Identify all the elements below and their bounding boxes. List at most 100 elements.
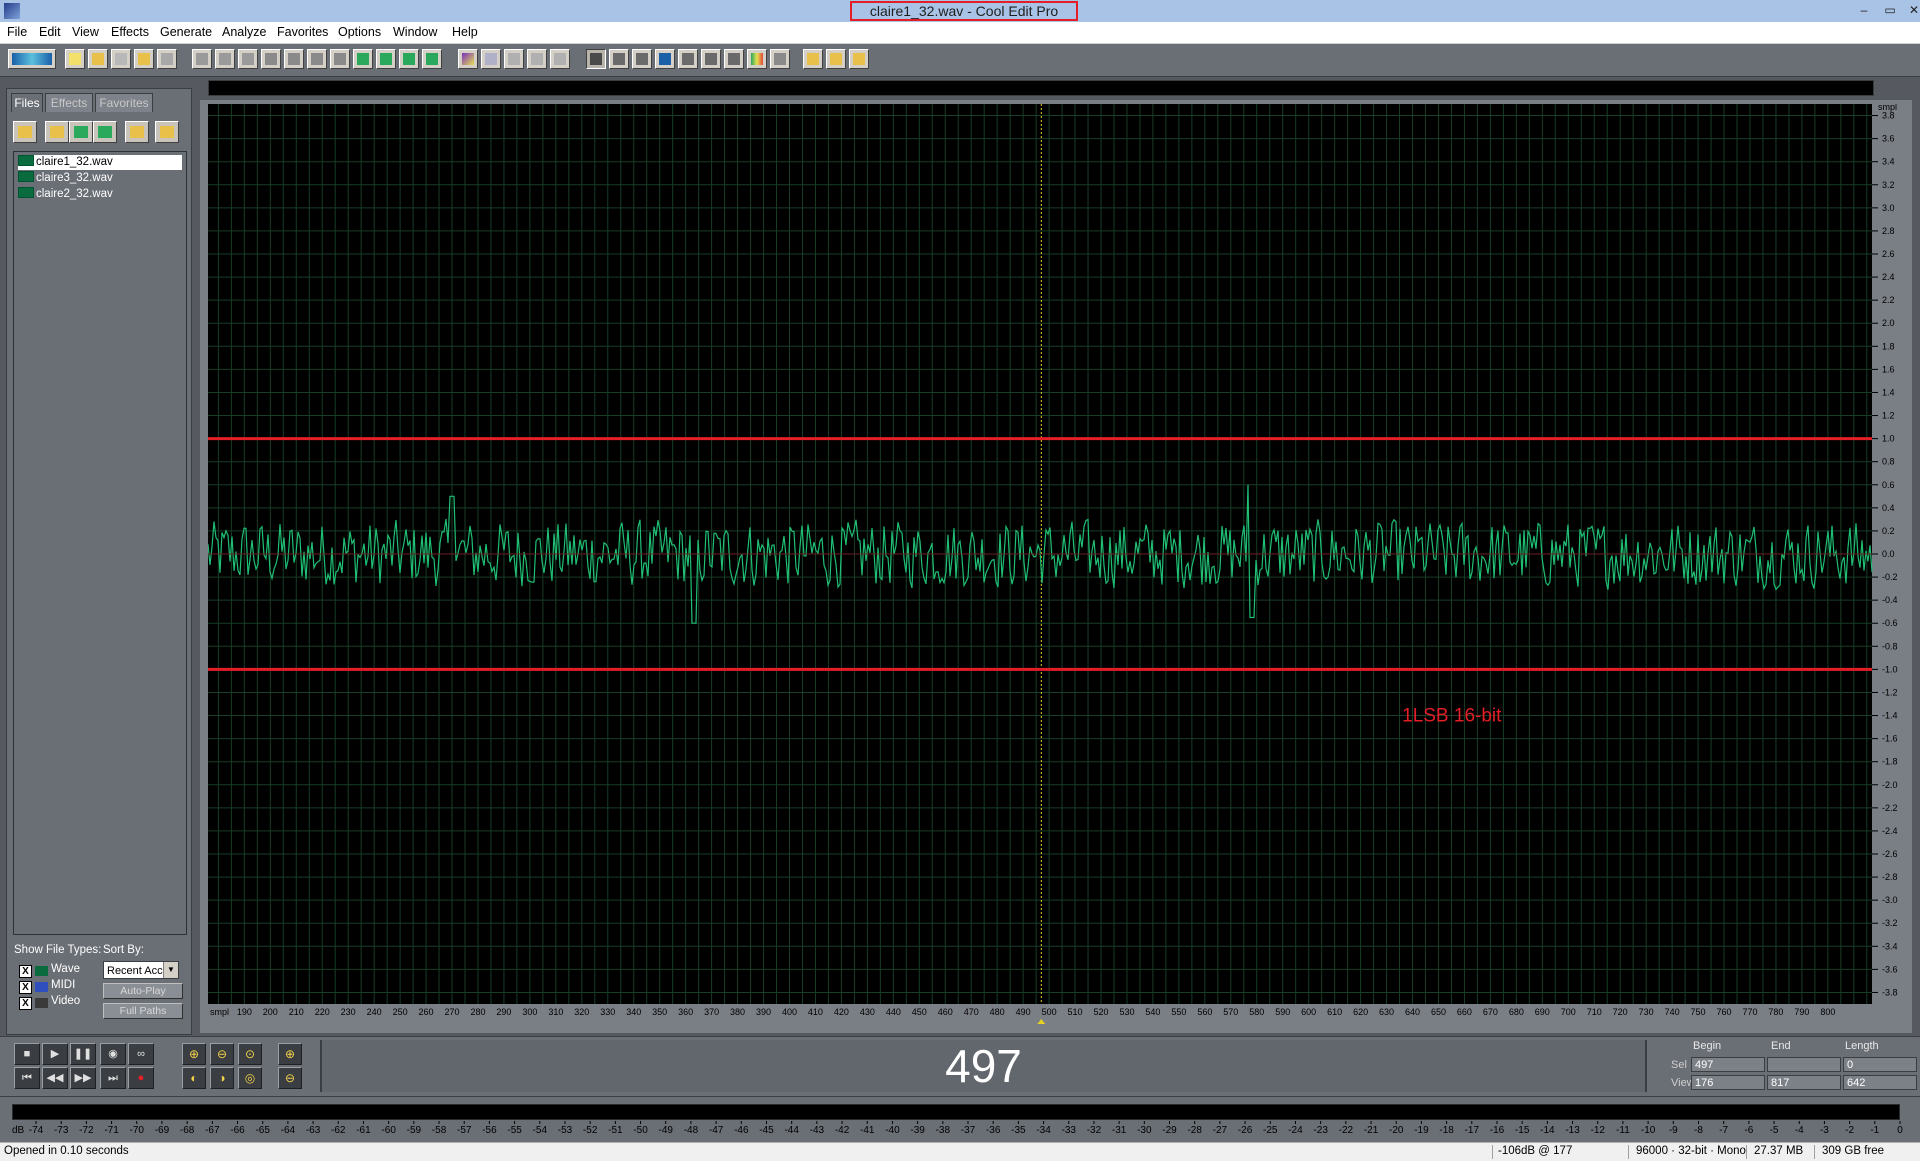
import-icon bbox=[50, 126, 64, 138]
edit-file-button[interactable] bbox=[125, 121, 149, 143]
menu-generate[interactable]: Generate bbox=[160, 25, 212, 39]
close-button[interactable]: ✕ bbox=[1904, 2, 1920, 18]
view-begin-field[interactable]: 176 bbox=[1691, 1075, 1765, 1090]
sort-by-select[interactable]: Recent Acc ▼ bbox=[103, 961, 179, 979]
stretch-button[interactable] bbox=[481, 49, 501, 69]
meter-tick-label: -73 bbox=[54, 1125, 69, 1136]
sel-end-field[interactable] bbox=[1767, 1057, 1841, 1072]
zoom-in-vertical-button[interactable]: ⊕ bbox=[278, 1043, 302, 1065]
settings-button[interactable] bbox=[803, 49, 823, 69]
meter-tick-label: -53 bbox=[558, 1125, 573, 1136]
copy-new-button[interactable] bbox=[261, 49, 281, 69]
tab-files[interactable]: Files bbox=[11, 93, 43, 112]
zoom-view-button[interactable] bbox=[678, 49, 698, 69]
sel-length-field[interactable]: 0 bbox=[1843, 1057, 1917, 1072]
sel-begin-field[interactable]: 497 bbox=[1691, 1057, 1765, 1072]
menu-effects[interactable]: Effects bbox=[111, 25, 149, 39]
zoom-in-icon: ⊕ bbox=[188, 1047, 200, 1061]
cut-button[interactable] bbox=[307, 49, 327, 69]
open-file-panel-button[interactable] bbox=[13, 121, 37, 143]
minimize-button[interactable]: – bbox=[1854, 2, 1874, 18]
list-item[interactable]: claire2_32.wav bbox=[18, 187, 182, 202]
waveform-display-button[interactable] bbox=[586, 49, 606, 69]
restore-button[interactable]: ▭ bbox=[1880, 2, 1900, 18]
list-item[interactable]: claire3_32.wav bbox=[18, 171, 182, 186]
menu-window[interactable]: Window bbox=[393, 25, 437, 39]
meter-tick-label: -14 bbox=[1540, 1125, 1555, 1136]
rewind-button[interactable]: ◀◀ bbox=[42, 1067, 68, 1089]
cursor-marker-bottom[interactable] bbox=[1037, 1019, 1046, 1024]
waveform-overview[interactable] bbox=[208, 80, 1874, 96]
menu-file[interactable]: File bbox=[7, 25, 27, 39]
zoom-right-button[interactable]: ◑ bbox=[210, 1067, 234, 1089]
zoom-left-button[interactable]: ◐ bbox=[182, 1067, 206, 1089]
menu-options[interactable]: Options bbox=[338, 25, 381, 39]
fast-forward-button[interactable]: ▶▶ bbox=[70, 1067, 96, 1089]
import-file-button[interactable] bbox=[45, 121, 69, 143]
play-to-end-button[interactable]: ◉ bbox=[100, 1043, 126, 1065]
filter-button[interactable] bbox=[527, 49, 547, 69]
scripts-button[interactable] bbox=[826, 49, 846, 69]
midi-type-checkbox[interactable]: X bbox=[19, 981, 32, 994]
open-file-button[interactable] bbox=[88, 49, 108, 69]
video-type-checkbox[interactable]: X bbox=[19, 997, 32, 1010]
auto-play-button[interactable]: Auto-Play bbox=[103, 983, 183, 999]
mix-paste-button[interactable] bbox=[376, 49, 396, 69]
paste-button[interactable] bbox=[330, 49, 350, 69]
redo-button[interactable] bbox=[215, 49, 235, 69]
close-file-button[interactable] bbox=[157, 49, 177, 69]
undo-button[interactable] bbox=[192, 49, 212, 69]
close-file-panel-button[interactable] bbox=[69, 121, 93, 143]
spectral-display-button[interactable] bbox=[609, 49, 629, 69]
save-button[interactable] bbox=[111, 49, 131, 69]
play-region-button[interactable] bbox=[655, 49, 675, 69]
tab-favorites[interactable]: Favorites bbox=[95, 93, 153, 112]
help-button[interactable] bbox=[849, 49, 869, 69]
menu-analyze[interactable]: Analyze bbox=[222, 25, 266, 39]
eq-button[interactable] bbox=[504, 49, 524, 69]
pan-display-button[interactable] bbox=[632, 49, 652, 69]
full-paths-button[interactable]: Full Paths bbox=[103, 1003, 183, 1019]
go-to-end-button[interactable]: ⏭ bbox=[100, 1067, 126, 1089]
save-all-button[interactable] bbox=[134, 49, 154, 69]
record-button[interactable]: ● bbox=[128, 1067, 154, 1089]
play-button[interactable]: ▶ bbox=[42, 1043, 68, 1065]
cue-list-button[interactable] bbox=[724, 49, 744, 69]
tab-effects[interactable]: Effects bbox=[45, 93, 93, 112]
stop-button[interactable]: ■ bbox=[14, 1043, 40, 1065]
play-icon: ▶ bbox=[50, 1048, 60, 1060]
menu-view[interactable]: View bbox=[72, 25, 99, 39]
copy-button[interactable] bbox=[284, 49, 304, 69]
loop-button[interactable]: ∞ bbox=[128, 1043, 154, 1065]
wave-type-checkbox[interactable]: X bbox=[19, 965, 32, 978]
new-file-button[interactable] bbox=[65, 49, 85, 69]
delete-silence-button[interactable] bbox=[422, 49, 442, 69]
trim-button[interactable] bbox=[399, 49, 419, 69]
zoom-out-horizontal-button[interactable]: ⊖ bbox=[210, 1043, 234, 1065]
menu-favorites[interactable]: Favorites bbox=[277, 25, 328, 39]
view-length-field[interactable]: 642 bbox=[1843, 1075, 1917, 1090]
zoom-out-vertical-button[interactable]: ⊖ bbox=[278, 1067, 302, 1089]
insert-file-button[interactable] bbox=[93, 121, 117, 143]
zoom-selection-button[interactable]: ◎ bbox=[238, 1067, 262, 1089]
repeat-last-button[interactable] bbox=[238, 49, 258, 69]
waveform-display[interactable]: 3.8 3.6 3.4 3.2 3.0 2.8 2.6 2.4 2.2 2.0 1.8 1.6 1.4 1… bbox=[208, 104, 1912, 1029]
meter-tick-label: -68 bbox=[180, 1125, 195, 1136]
list-item[interactable]: claire1_32.wav bbox=[18, 155, 182, 170]
x-tick-label: 260 bbox=[419, 1007, 434, 1017]
pause-button[interactable]: ❚❚ bbox=[70, 1043, 96, 1065]
paste-new-button[interactable] bbox=[353, 49, 373, 69]
menu-edit[interactable]: Edit bbox=[39, 25, 61, 39]
noise-button[interactable] bbox=[550, 49, 570, 69]
frequency-analysis-button[interactable] bbox=[747, 49, 767, 69]
menu-help[interactable]: Help bbox=[452, 25, 478, 39]
envelope-button[interactable] bbox=[458, 49, 478, 69]
view-end-field[interactable]: 817 bbox=[1767, 1075, 1841, 1090]
multitrack-toggle-button[interactable] bbox=[8, 49, 56, 69]
panel-help-button[interactable] bbox=[155, 121, 179, 143]
zoom-in-horizontal-button[interactable]: ⊕ bbox=[182, 1043, 206, 1065]
go-to-start-button[interactable]: ⏮ bbox=[14, 1067, 40, 1089]
bit-display-button[interactable] bbox=[701, 49, 721, 69]
track-view-button[interactable] bbox=[770, 49, 790, 69]
zoom-full-button[interactable]: ⊙ bbox=[238, 1043, 262, 1065]
